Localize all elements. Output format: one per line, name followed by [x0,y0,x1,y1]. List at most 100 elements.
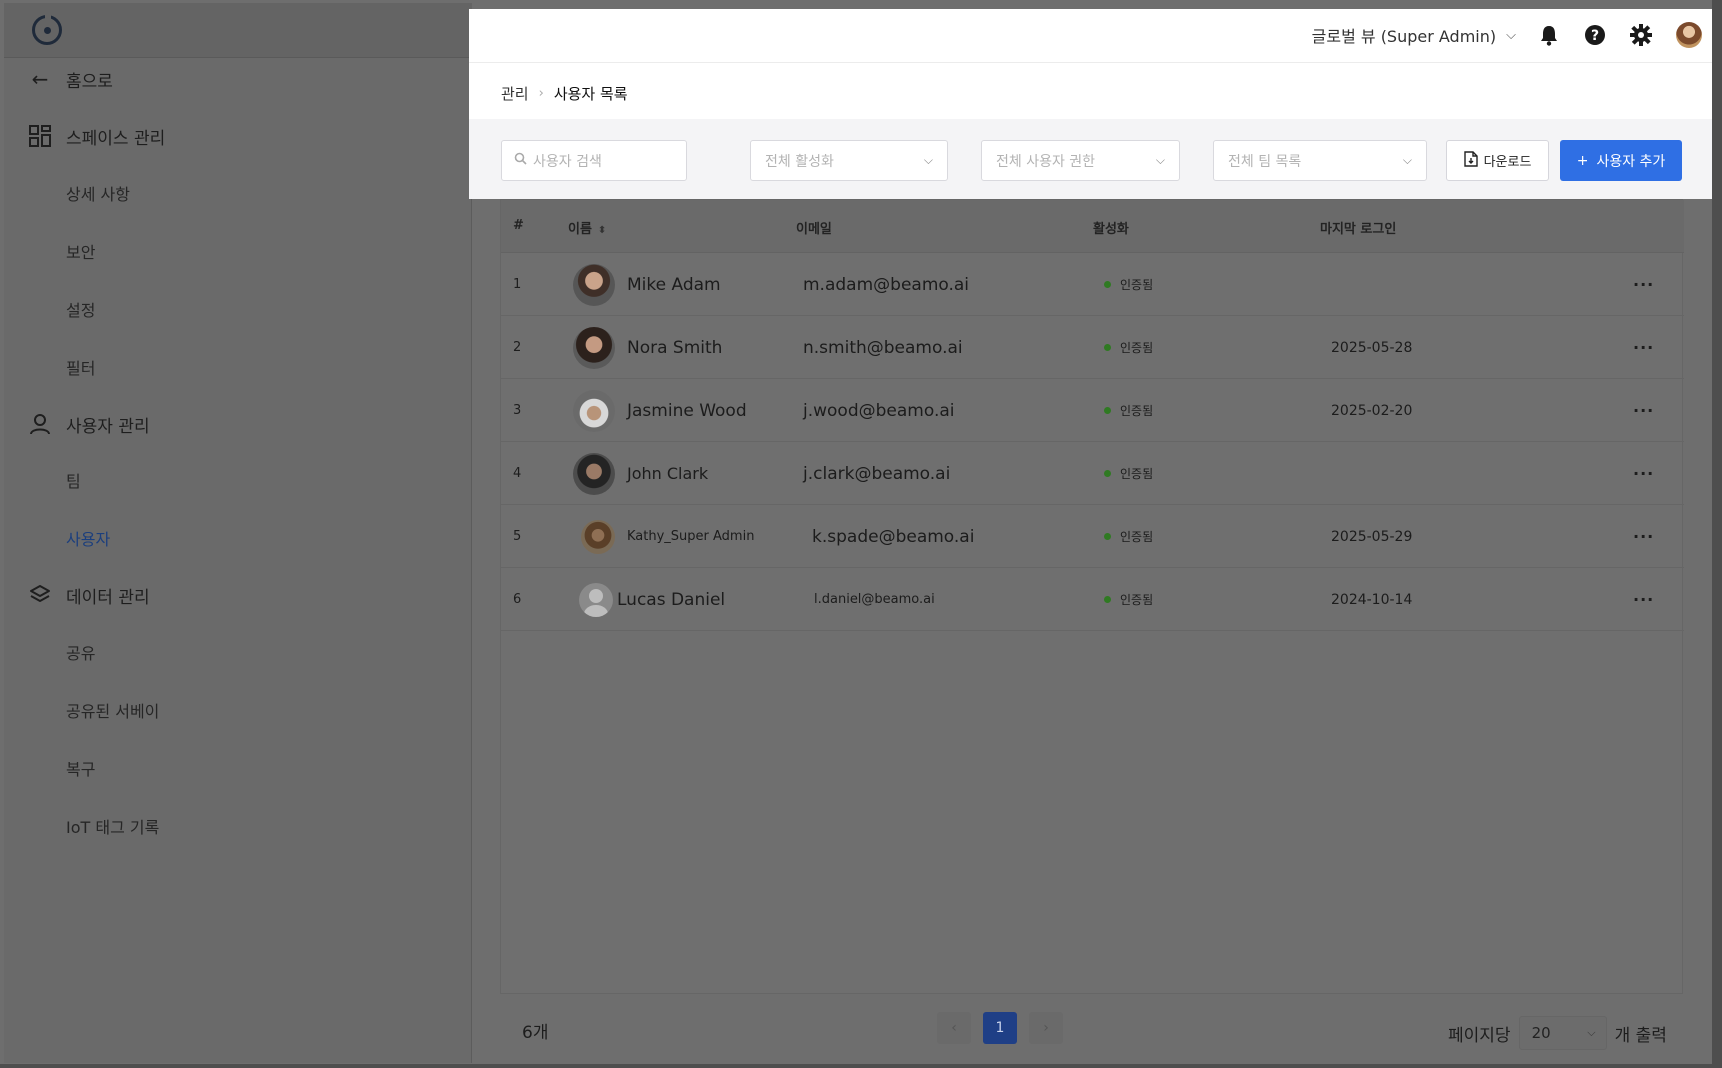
gear-icon[interactable] [1628,22,1654,48]
more-options-icon[interactable]: ··· [1633,379,1654,442]
row-name-cell: John Clark [573,442,708,505]
table-row[interactable]: 3 Jasmine Wood j.wood@beamo.ai 인증됨 2025-… [501,379,1684,442]
sidebar-section-data[interactable]: 데이터 관리 [4,575,472,615]
team-filter-select[interactable]: 전체 팀 목록 ⌵ [1213,140,1427,181]
sidebar-item-details[interactable]: 상세 사항 [4,173,472,213]
sidebar-item-shared-survey[interactable]: 공유된 서베이 [4,690,472,730]
back-home-link[interactable]: ← 홈으로 [4,59,472,99]
sidebar-item-label: 공유 [66,644,96,663]
col-email-header: 이메일 [796,222,832,237]
table-row[interactable]: 6 Lucas Daniel l.daniel@beamo.ai 인증됨 202… [501,568,1684,631]
col-num-header: # [513,218,524,233]
row-email: k.spade@beamo.ai [812,526,975,547]
page-number-button[interactable]: 1 [983,1012,1017,1044]
sidebar-item-iot-tag-log[interactable]: IoT 태그 기록 [4,806,472,846]
breadcrumb-root[interactable]: 관리 [501,83,529,104]
chevron-down-icon: ⌵ [1155,153,1165,167]
row-num: 1 [513,277,522,292]
sidebar-item-security[interactable]: 보안 [4,231,472,271]
sidebar-item-label: 필터 [66,359,96,378]
sidebar-section-label: 사용자 관리 [66,416,150,437]
status-badge: 인증됨 [1104,568,1153,631]
sidebar-item-settings[interactable]: 설정 [4,289,472,329]
sidebar-section-label: 데이터 관리 [66,587,150,608]
table-row[interactable]: 5 Kathy_Super Admin k.spade@beamo.ai 인증됨… [501,505,1684,568]
activation-filter-value: 전체 활성화 [765,153,834,170]
per-page-select[interactable]: 20 ⌵ [1518,1016,1607,1050]
sidebar-item-label: 사용자 [66,530,111,549]
status-dot-icon [1104,470,1111,477]
col-name-header[interactable]: 이름 ⬍ [568,218,606,237]
filter-bar: 사용자 검색 전체 활성화 ⌵ 전체 사용자 권한 ⌵ 전체 팀 목록 ⌵ 다운… [469,119,1712,199]
download-button[interactable]: 다운로드 [1446,140,1549,181]
status-label: 인증됨 [1120,593,1154,607]
table-row[interactable]: 2 Nora Smith n.smith@beamo.ai 인증됨 2025-0… [501,316,1684,379]
file-download-icon [1463,150,1478,171]
sidebar-section-space[interactable]: 스페이스 관리 [4,116,472,156]
status-badge: 인증됨 [1104,379,1153,442]
sort-icon[interactable]: ⬍ [598,225,606,236]
download-label: 다운로드 [1483,155,1532,170]
breadcrumb-current: 사용자 목록 [553,85,628,103]
row-num: 4 [513,466,522,481]
more-options-icon[interactable]: ··· [1633,316,1654,379]
bell-icon[interactable] [1536,22,1562,48]
search-icon [514,152,527,169]
row-name: Kathy_Super Admin [627,529,755,544]
help-icon[interactable]: ? [1582,22,1608,48]
role-filter-select[interactable]: 전체 사용자 권한 ⌵ [981,140,1180,181]
activation-filter-select[interactable]: 전체 활성화 ⌵ [750,140,948,181]
row-num: 5 [513,529,522,544]
app-logo-icon[interactable] [32,12,62,45]
status-dot-icon [1104,344,1111,351]
more-options-icon[interactable]: ··· [1633,442,1654,505]
more-options-icon[interactable]: ··· [1633,505,1654,568]
status-badge: 인증됨 [1104,505,1153,568]
users-table: # 이름 ⬍ 이메일 활성화 마지막 로그인 1 Mike Adam m.adam… [500,199,1684,994]
user-avatar[interactable] [1676,22,1702,48]
prev-page-button[interactable]: ‹ [937,1012,971,1044]
more-options-icon[interactable]: ··· [1633,568,1654,631]
sidebar-item-teams[interactable]: 팀 [4,460,472,500]
sidebar-item-users[interactable]: 사용자 [4,518,472,558]
status-badge: 인증됨 [1104,442,1153,505]
user-icon [28,412,52,436]
row-email: n.smith@beamo.ai [803,337,963,358]
avatar [573,326,615,369]
team-filter-value: 전체 팀 목록 [1228,153,1302,170]
avatar-placeholder-icon [579,582,613,617]
status-dot-icon [1104,407,1111,414]
sidebar-item-sharing[interactable]: 공유 [4,632,472,672]
status-badge: 인증됨 [1104,253,1153,316]
row-name-cell: Lucas Daniel [579,568,725,631]
per-page-label: 페이지당 [1448,1025,1511,1046]
grid-icon [28,124,52,148]
sidebar-item-label: 상세 사항 [66,185,130,204]
chevron-down-icon: ⌵ [923,153,933,167]
sidebar-section-users[interactable]: 사용자 관리 [4,404,472,444]
sidebar-item-restore[interactable]: 복구 [4,748,472,788]
row-last-login: 2025-02-20 [1331,402,1413,419]
next-page-button[interactable]: › [1029,1012,1063,1044]
table-row[interactable]: 1 Mike Adam m.adam@beamo.ai 인증됨 ··· [501,253,1684,316]
back-home-label: 홈으로 [66,71,113,92]
status-dot-icon [1104,281,1111,288]
status-label: 인증됨 [1120,341,1154,355]
row-last-login: 2025-05-29 [1331,528,1413,545]
view-selector[interactable]: 글로벌 뷰 (Super Admin) ⌵ [1312,23,1516,47]
row-name-cell: Jasmine Wood [573,379,747,442]
row-email: l.daniel@beamo.ai [814,592,935,607]
more-options-icon[interactable]: ··· [1633,253,1654,316]
row-num: 3 [513,403,522,418]
add-user-button[interactable]: + 사용자 추가 [1560,140,1682,181]
top-header: 글로벌 뷰 (Super Admin) ⌵ ? [469,9,1712,63]
sidebar-item-filter[interactable]: 필터 [4,347,472,387]
row-name-cell: Kathy_Super Admin [581,505,754,568]
avatar [573,452,615,495]
sidebar-item-label: 팀 [66,472,81,491]
breadcrumb-bar: 관리 › 사용자 목록 [469,63,1712,119]
total-count: 6개 [522,1023,549,1043]
status-label: 인증됨 [1120,467,1154,481]
table-row[interactable]: 4 John Clark j.clark@beamo.ai 인증됨 ··· [501,442,1684,505]
search-input[interactable]: 사용자 검색 [501,140,687,181]
